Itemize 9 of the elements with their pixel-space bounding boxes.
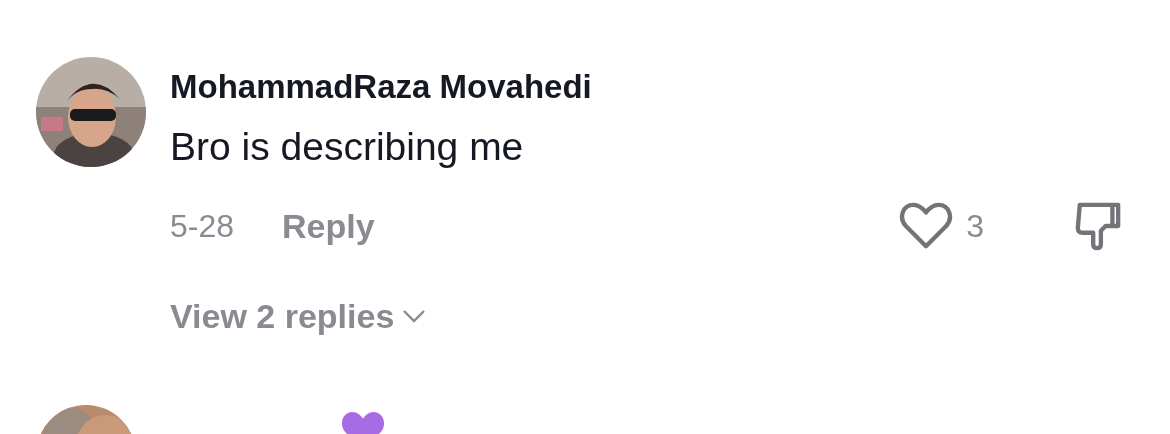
- comment-text: Bro is describing me: [170, 124, 524, 170]
- thumbs-down-icon[interactable]: [1074, 201, 1122, 251]
- chevron-down-icon: [402, 309, 427, 323]
- reply-button[interactable]: Reply: [282, 206, 375, 246]
- view-replies-button[interactable]: View 2 replies: [170, 291, 427, 341]
- comment-date: 5-28: [170, 207, 235, 245]
- heart-icon[interactable]: [899, 202, 954, 250]
- username[interactable]: MohammadRaza Movahedi: [170, 67, 592, 107]
- like-count: 3: [966, 207, 984, 245]
